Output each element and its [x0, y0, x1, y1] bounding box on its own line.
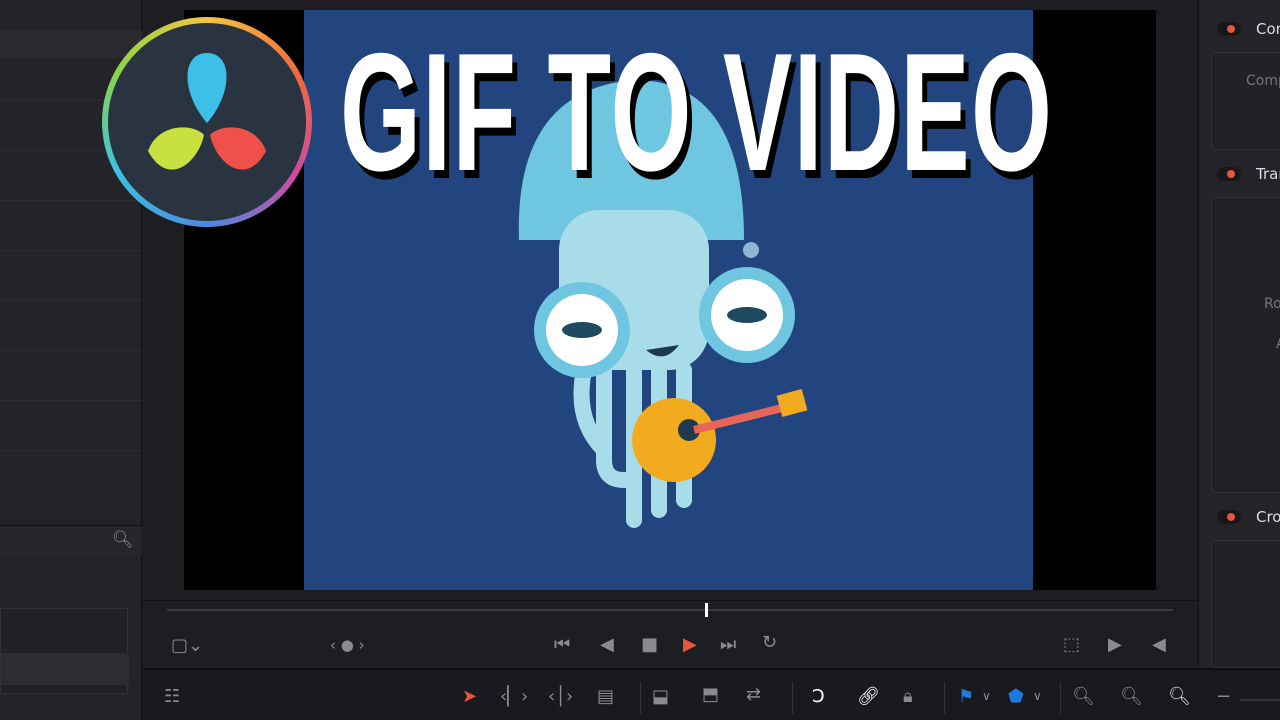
- scrubber[interactable]: [167, 609, 1173, 611]
- position-lock-icon[interactable]: 🔒︎: [903, 688, 913, 706]
- section-label-transform: Tran: [1256, 165, 1280, 183]
- cropping-box: [1211, 540, 1280, 668]
- marker-icon[interactable]: ⬟: [1008, 688, 1024, 706]
- timeline-view-icon[interactable]: ☷: [164, 688, 180, 706]
- rotation-label: Ro: [1264, 296, 1280, 312]
- snapping-icon[interactable]: Ɔ: [812, 688, 825, 706]
- flag-icon[interactable]: ⚑: [958, 688, 974, 706]
- transform-toggle[interactable]: [1217, 167, 1241, 181]
- mark-in-icon[interactable]: ▶︎: [1108, 636, 1122, 654]
- selection-tool-icon[interactable]: ➤: [462, 688, 477, 706]
- composite-mode-label: Comp: [1246, 73, 1280, 89]
- zoom-full-icon[interactable]: 🔍︎: [1072, 688, 1095, 706]
- stop-icon[interactable]: ■: [641, 636, 658, 654]
- play-icon[interactable]: ▶: [683, 636, 697, 654]
- flag-dropdown-icon[interactable]: ∨: [982, 690, 991, 702]
- marker-dropdown-icon[interactable]: ∨: [1033, 690, 1042, 702]
- davinci-resolve-logo: [102, 17, 312, 227]
- mark-out-icon[interactable]: ◀︎: [1152, 636, 1166, 654]
- anchor-label: A: [1276, 336, 1280, 352]
- reverse-icon[interactable]: ◀: [600, 636, 614, 654]
- zoom-out-icon[interactable]: −: [1216, 688, 1231, 706]
- linked-selection-icon[interactable]: 🔗︎: [857, 688, 880, 706]
- composite-toggle[interactable]: [1217, 22, 1241, 36]
- first-frame-icon[interactable]: ⏮: [554, 636, 570, 654]
- search-bar[interactable]: 🔍︎: [0, 525, 142, 555]
- clip-list[interactable]: [0, 608, 129, 694]
- zoom-slider[interactable]: [1240, 699, 1280, 701]
- zoom-detail-icon[interactable]: 🔍︎: [1120, 688, 1143, 706]
- viewer-size-icon[interactable]: ▢⌄: [171, 637, 203, 655]
- transform-box: Ro A: [1211, 197, 1280, 493]
- trim-tool-icon[interactable]: ‹▏›: [500, 688, 528, 706]
- composite-box: Comp: [1211, 52, 1280, 150]
- overwrite-clip-icon[interactable]: ⬒: [702, 686, 719, 704]
- section-label-composite: Con: [1256, 20, 1280, 38]
- cropping-toggle[interactable]: [1217, 510, 1241, 524]
- inspector-panel: Con Comp Tran Ro A Cro: [1198, 0, 1280, 668]
- dynamic-trim-icon[interactable]: ‹│›: [548, 688, 573, 706]
- playhead[interactable]: [705, 603, 709, 617]
- jog-control-icon[interactable]: ‹ ● ›: [330, 638, 365, 653]
- replace-clip-icon[interactable]: ⇄: [746, 686, 761, 704]
- match-frame-icon[interactable]: ⬚: [1063, 636, 1080, 654]
- zoom-custom-icon[interactable]: 🔍︎: [1168, 688, 1191, 706]
- section-label-cropping: Cro: [1256, 508, 1280, 526]
- blade-tool-icon[interactable]: ▤: [597, 688, 614, 706]
- last-frame-icon[interactable]: ⏭: [720, 636, 736, 654]
- loop-icon[interactable]: ↻: [762, 634, 777, 652]
- insert-clip-icon[interactable]: ⬓: [652, 688, 669, 706]
- list-item[interactable]: [1, 653, 129, 685]
- search-icon[interactable]: 🔍︎: [112, 530, 134, 550]
- thumbnail-title: GIF TO VIDEO: [340, 18, 1054, 206]
